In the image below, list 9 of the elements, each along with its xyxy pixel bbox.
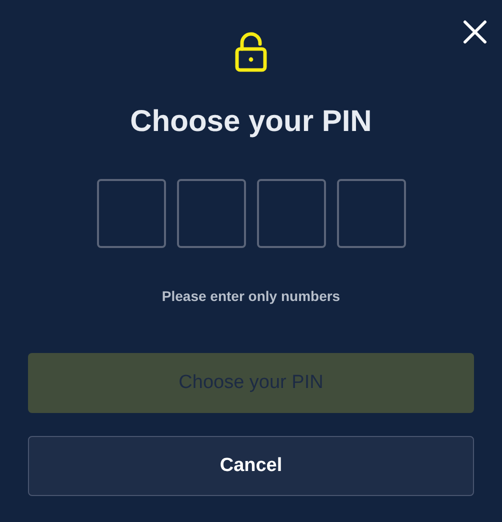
close-button[interactable] [462, 19, 488, 45]
close-icon [463, 20, 487, 44]
hint-text: Please enter only numbers [162, 287, 340, 306]
pin-digit-field[interactable] [336, 179, 406, 248]
dialog-title: Choose your PIN [130, 104, 372, 140]
pin-digit-field[interactable] [96, 179, 166, 248]
pin-digit-field[interactable] [256, 179, 326, 248]
cancel-button[interactable]: Cancel [28, 436, 474, 496]
pin-digit-field[interactable] [176, 179, 246, 248]
